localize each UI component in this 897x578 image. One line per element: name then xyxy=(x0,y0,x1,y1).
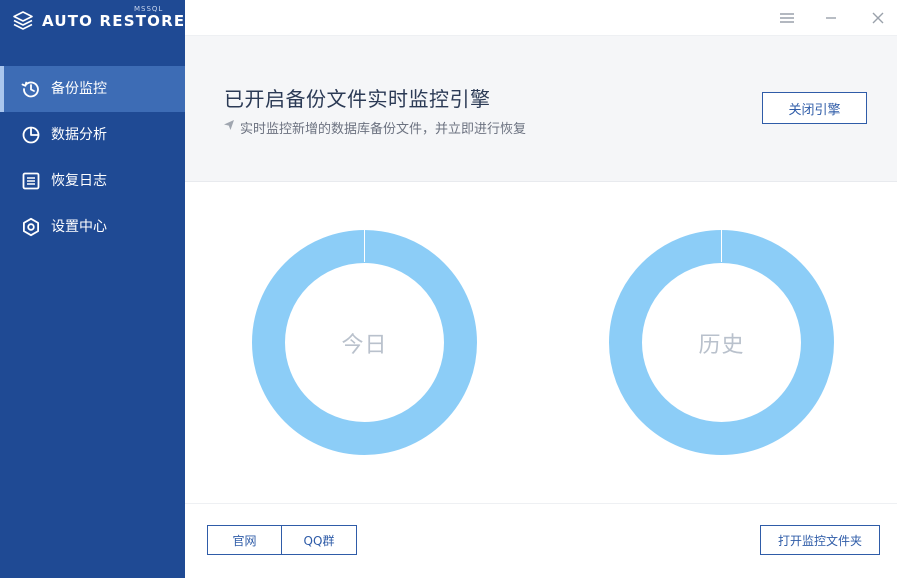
minimize-icon[interactable] xyxy=(821,8,841,28)
settings-gear-icon xyxy=(23,217,39,237)
sidebar-item-data-analysis[interactable]: 数据分析 xyxy=(0,112,185,158)
close-icon[interactable] xyxy=(868,8,888,28)
window-titlebar xyxy=(185,0,897,36)
today-stat-ring: 今日 xyxy=(252,230,477,455)
open-monitor-folder-button[interactable]: 打开监控文件夹 xyxy=(760,525,880,555)
sidebar: MSSQL AUTO RESTORE 备份监控 数据分析 恢复日志 设置中心 xyxy=(0,0,185,578)
sidebar-item-label: 数据分析 xyxy=(51,127,107,143)
paper-plane-icon xyxy=(224,120,234,130)
history-clock-icon xyxy=(21,81,39,98)
menu-icon[interactable] xyxy=(777,8,797,28)
layers-logo-icon xyxy=(13,11,33,30)
qq-group-button[interactable]: QQ群 xyxy=(282,525,357,555)
website-button[interactable]: 官网 xyxy=(207,525,282,555)
sidebar-item-restore-log[interactable]: 恢复日志 xyxy=(0,158,185,204)
main-panel: 已开启备份文件实时监控引擎 实时监控新增的数据库备份文件，并立即进行恢复 关闭引… xyxy=(185,0,897,578)
header-panel: 已开启备份文件实时监控引擎 实时监控新增的数据库备份文件，并立即进行恢复 关闭引… xyxy=(185,36,897,182)
sidebar-nav: 备份监控 数据分析 恢复日志 设置中心 xyxy=(0,66,185,250)
sidebar-item-label: 设置中心 xyxy=(51,219,107,235)
history-stat-ring: 历史 xyxy=(609,230,834,455)
sidebar-item-label: 备份监控 xyxy=(51,81,107,97)
log-list-icon xyxy=(22,172,40,190)
sidebar-item-settings[interactable]: 设置中心 xyxy=(0,204,185,250)
page-description: 实时监控新增的数据库备份文件，并立即进行恢复 xyxy=(240,122,527,137)
brand-logo: MSSQL AUTO RESTORE xyxy=(12,5,186,38)
footer-divider xyxy=(185,503,897,504)
pie-chart-icon xyxy=(22,126,40,144)
sidebar-item-label: 恢复日志 xyxy=(51,173,107,189)
close-engine-button[interactable]: 关闭引擎 xyxy=(762,92,867,124)
today-label: 今日 xyxy=(341,332,388,358)
history-label: 历史 xyxy=(698,332,745,358)
page-title: 已开启备份文件实时监控引擎 xyxy=(224,87,491,111)
sidebar-item-backup-monitor[interactable]: 备份监控 xyxy=(0,66,185,112)
brand-name: AUTO RESTORE xyxy=(42,12,186,30)
footer-link-group: 官网 QQ群 xyxy=(207,525,357,555)
